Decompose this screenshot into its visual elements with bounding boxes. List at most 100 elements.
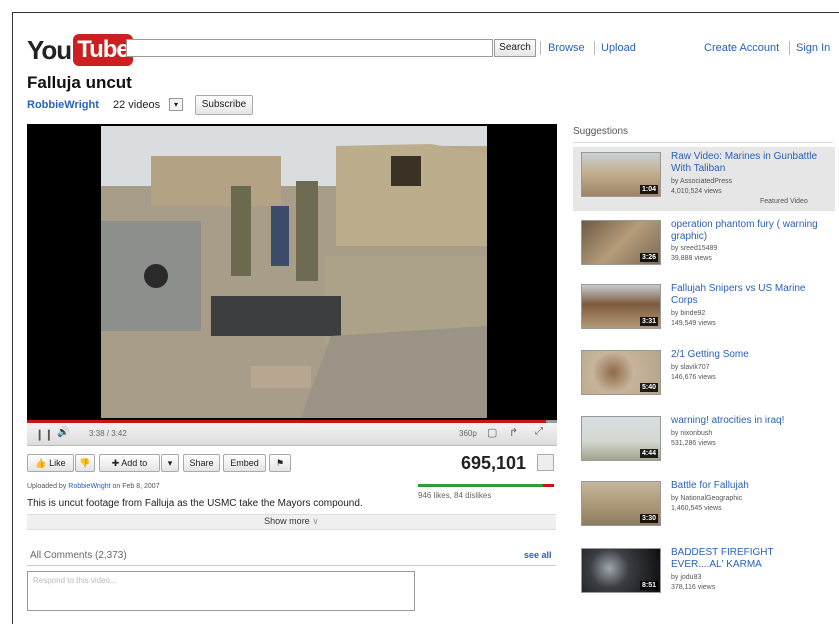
suggestion-title[interactable]: Fallujah Snipers vs US Marine Corps xyxy=(671,283,821,307)
video-title: Falluja uncut xyxy=(27,73,132,92)
uploaded-prefix: Uploaded by xyxy=(27,483,67,490)
add-to-dropdown-button[interactable]: ▾ xyxy=(161,454,179,472)
video-player[interactable] xyxy=(27,124,557,420)
suggestion-thumbnail[interactable]: 3:26 xyxy=(581,220,661,265)
suggestion-thumbnail[interactable]: 3:31 xyxy=(581,284,661,329)
video-scene-image xyxy=(101,126,487,418)
embed-button[interactable]: Embed xyxy=(223,454,266,472)
suggestion-title[interactable]: operation phantom fury ( warning graphic… xyxy=(671,219,821,243)
upload-link[interactable]: Upload xyxy=(601,42,636,54)
suggestion-item[interactable]: 8:51 BADDEST FIREFIGHT EVER....AL' KARMA… xyxy=(575,543,833,607)
browser-page: You Tube Search Browse Upload Create Acc… xyxy=(12,12,839,624)
view-count: 695,101 xyxy=(461,453,527,473)
video-frame[interactable] xyxy=(101,126,487,418)
flag-button[interactable]: ⚑ xyxy=(269,454,291,472)
duration-badge: 3:30 xyxy=(639,514,658,523)
suggestion-views: 378,116 views xyxy=(671,584,716,591)
add-to-button[interactable]: ✚ Add to xyxy=(99,454,160,472)
chevron-down-icon[interactable]: ▾ xyxy=(169,98,183,111)
share-button[interactable]: Share xyxy=(183,454,220,472)
suggestion-title[interactable]: BADDEST FIREFIGHT EVER....AL' KARMA xyxy=(671,547,821,571)
suggestion-author: by sreed15489 xyxy=(671,245,718,252)
suggestion-author: by NationalGeographic xyxy=(671,495,743,502)
suggestion-views: 149,549 views xyxy=(671,320,716,327)
duration-badge: 5:40 xyxy=(639,383,658,392)
duration-badge: 3:31 xyxy=(639,317,658,326)
suggestion-author: by slavik707 xyxy=(671,364,710,371)
logo-tube: Tube xyxy=(73,34,133,66)
flag-icon: ⚑ xyxy=(275,458,285,468)
comment-input[interactable]: Respond to this video... xyxy=(27,571,415,611)
chevron-down-icon: ∨ xyxy=(312,516,319,526)
fullscreen-icon[interactable]: ⤢ xyxy=(535,426,543,437)
suggestion-title[interactable]: 2/1 Getting Some xyxy=(671,349,821,361)
youtube-logo[interactable]: You Tube xyxy=(27,33,133,67)
nav-divider xyxy=(594,41,595,55)
divider xyxy=(27,565,556,566)
suggestion-thumbnail[interactable]: 3:30 xyxy=(581,481,661,526)
suggestion-item[interactable]: 3:30 Battle for Fallujah by NationalGeog… xyxy=(575,476,833,540)
like-ratio-bar xyxy=(418,484,554,487)
duration-badge: 8:51 xyxy=(639,581,658,590)
like-button[interactable]: 👍 Like xyxy=(27,454,74,472)
upload-date: on Feb 8, 2007 xyxy=(112,483,160,490)
channel-link[interactable]: RobbieWright xyxy=(27,99,99,111)
stats-chart-icon[interactable] xyxy=(537,454,554,471)
show-more-label: Show more xyxy=(264,516,310,526)
likes-dislikes-text: 946 likes, 84 dislikes xyxy=(418,491,492,500)
time-display: 3:38 / 3:42 xyxy=(89,429,127,438)
suggestion-title[interactable]: Battle for Fallujah xyxy=(671,480,821,492)
suggestion-author: by jodu83 xyxy=(671,574,702,581)
uploader-link[interactable]: RobbieWright xyxy=(68,483,110,490)
show-more-button[interactable]: Show more ∨ xyxy=(27,514,556,530)
watch-later-icon[interactable]: ▢ xyxy=(487,426,497,439)
suggestions-header: Suggestions xyxy=(573,126,629,137)
chevron-down-icon: ▾ xyxy=(167,458,173,468)
suggestion-thumbnail[interactable]: 4:44 xyxy=(581,416,661,461)
comments-header: All Comments (2,373) xyxy=(30,550,127,561)
quality-selector[interactable]: 360p xyxy=(459,429,477,438)
suggestion-views: 146,676 views xyxy=(671,374,716,381)
plus-icon: ✚ xyxy=(111,458,120,468)
search-input[interactable] xyxy=(126,39,493,57)
suggestion-item[interactable]: 3:26 operation phantom fury ( warning gr… xyxy=(575,215,833,279)
pause-icon[interactable]: ❙❙ xyxy=(35,428,53,441)
suggestion-item[interactable]: 5:40 2/1 Getting Some by slavik707 146,6… xyxy=(575,345,833,409)
channel-video-count[interactable]: 22 videos xyxy=(113,99,160,111)
thumbs-up-icon: 👍 xyxy=(35,458,47,468)
suggestion-author: by binde92 xyxy=(671,310,706,317)
sign-in-link[interactable]: Sign In xyxy=(796,42,830,54)
suggestion-thumbnail[interactable]: 8:51 xyxy=(581,548,661,593)
search-button[interactable]: Search xyxy=(494,39,536,57)
suggestion-item[interactable]: 3:31 Fallujah Snipers vs US Marine Corps… xyxy=(575,279,833,343)
suggestion-author: by nixonbush xyxy=(671,430,713,437)
featured-label: Featured Video xyxy=(760,198,808,205)
suggestion-title[interactable]: Raw Video: Marines in Gunbattle With Tal… xyxy=(671,151,821,175)
thumbs-down-icon: 👎 xyxy=(79,458,91,468)
popout-icon[interactable]: ↱ xyxy=(509,426,518,439)
divider xyxy=(573,142,833,143)
suggestion-thumbnail[interactable]: 1:04 xyxy=(581,152,661,197)
suggestion-views: 1,460,545 views xyxy=(671,505,722,512)
suggestion-thumbnail[interactable]: 5:40 xyxy=(581,350,661,395)
nav-divider xyxy=(789,41,790,55)
upload-info: Uploaded by RobbieWright on Feb 8, 2007 xyxy=(27,483,160,490)
like-label: Like xyxy=(49,458,66,468)
dislike-button[interactable]: 👎 xyxy=(75,454,95,472)
volume-icon[interactable]: 🔊 xyxy=(57,427,69,438)
add-to-label: Add to xyxy=(121,458,148,468)
suggestion-item[interactable]: 1:04 Raw Video: Marines in Gunbattle Wit… xyxy=(573,147,835,211)
duration-badge: 4:44 xyxy=(639,449,658,458)
subscribe-button[interactable]: Subscribe xyxy=(195,95,253,115)
suggestion-author: by AssociatedPress xyxy=(671,178,733,185)
suggestion-views: 4,010,524 views xyxy=(671,188,722,195)
browse-link[interactable]: Browse xyxy=(548,42,585,54)
video-description: This is uncut footage from Falluja as th… xyxy=(27,498,363,509)
player-controls: ❙❙ 🔊 3:38 / 3:42 360p ▢ ↱ ⤢ xyxy=(27,423,557,446)
suggestion-title[interactable]: warning! atrocities in iraq! xyxy=(671,415,821,427)
suggestion-item[interactable]: 4:44 warning! atrocities in iraq! by nix… xyxy=(575,411,833,475)
nav-divider xyxy=(540,41,541,55)
create-account-link[interactable]: Create Account xyxy=(704,42,779,54)
see-all-comments-link[interactable]: see all xyxy=(524,550,552,560)
logo-you: You xyxy=(27,34,72,65)
